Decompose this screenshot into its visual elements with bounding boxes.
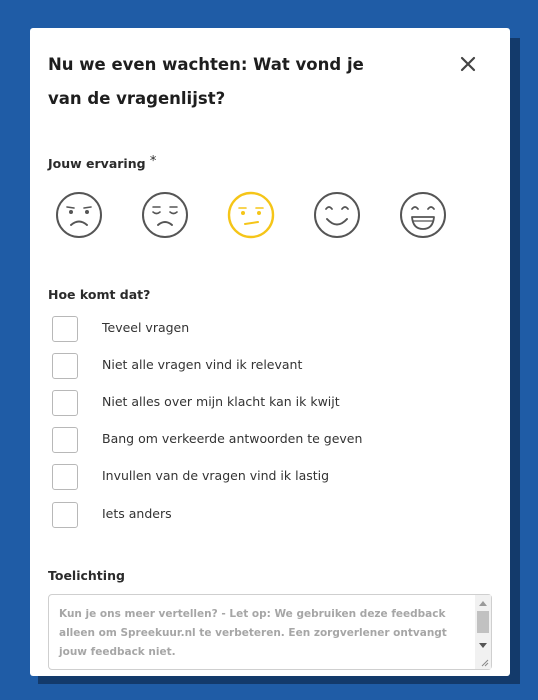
- resize-handle-icon[interactable]: [481, 659, 489, 667]
- textarea-scrollbar[interactable]: [475, 595, 491, 669]
- option-invullen-lastig[interactable]: Invullen van de vragen vind ik lastig: [52, 464, 472, 490]
- face-happy[interactable]: [310, 188, 364, 242]
- option-iets-anders[interactable]: Iets anders: [52, 502, 472, 528]
- dialog-title: Nu we even wachten: Wat vond je van de v…: [48, 55, 364, 108]
- face-very-unhappy[interactable]: [52, 188, 106, 242]
- scroll-thumb[interactable]: [477, 611, 489, 633]
- checkbox[interactable]: [52, 502, 78, 528]
- sad-face-icon: [142, 192, 188, 238]
- option-klacht-kwijt[interactable]: Niet alles over mijn klacht kan ik kwijt: [52, 390, 472, 416]
- very-unhappy-face-icon: [56, 192, 102, 238]
- comment-textarea[interactable]: Kun je ons meer vertellen? - Let op: We …: [48, 594, 492, 670]
- option-teveel-vragen[interactable]: Teveel vragen: [52, 316, 472, 342]
- checkbox[interactable]: [52, 353, 78, 379]
- face-very-happy[interactable]: [396, 188, 450, 242]
- face-neutral[interactable]: [224, 188, 278, 242]
- feedback-dialog: Nu we even wachten: Wat vond je van de v…: [30, 28, 510, 676]
- checkbox[interactable]: [52, 316, 78, 342]
- option-label: Iets anders: [102, 506, 172, 521]
- option-label: Teveel vragen: [102, 320, 190, 335]
- experience-label: Jouw ervaring *: [48, 154, 156, 171]
- option-label: Bang om verkeerde antwoorden te geven: [102, 431, 363, 446]
- comment-label: Toelichting: [48, 568, 125, 583]
- face-sad[interactable]: [138, 188, 192, 242]
- option-label: Niet alle vragen vind ik relevant: [102, 357, 303, 372]
- required-mark: *: [149, 154, 157, 169]
- comment-placeholder: Kun je ons meer vertellen? - Let op: We …: [59, 608, 447, 658]
- scroll-down-arrow-icon[interactable]: [479, 643, 487, 648]
- checkbox[interactable]: [52, 464, 78, 490]
- option-bang-verkeerde-antwoorden[interactable]: Bang om verkeerde antwoorden te geven: [52, 427, 472, 453]
- option-niet-relevant[interactable]: Niet alle vragen vind ik relevant: [52, 353, 472, 379]
- experience-label-text: Jouw ervaring: [48, 156, 146, 171]
- very-happy-face-icon: [400, 192, 446, 238]
- neutral-face-icon: [227, 191, 275, 239]
- option-label: Niet alles over mijn klacht kan ik kwijt: [102, 394, 340, 409]
- checkbox[interactable]: [52, 427, 78, 453]
- happy-face-icon: [314, 192, 360, 238]
- close-icon: [460, 56, 476, 72]
- checkbox[interactable]: [52, 390, 78, 416]
- dialog-header: Nu we even wachten: Wat vond je van de v…: [48, 48, 388, 116]
- reason-label: Hoe komt dat?: [48, 287, 151, 302]
- scroll-up-arrow-icon[interactable]: [479, 601, 487, 606]
- option-label: Invullen van de vragen vind ik lastig: [102, 468, 330, 483]
- close-button[interactable]: [458, 54, 478, 74]
